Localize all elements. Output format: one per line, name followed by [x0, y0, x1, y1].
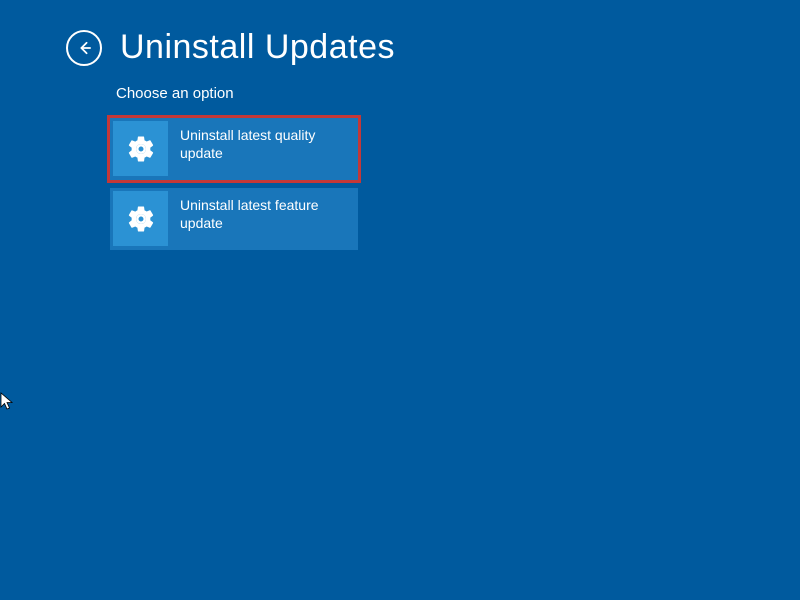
option-label: Uninstall latest feature update — [168, 188, 358, 232]
subtitle: Choose an option — [116, 85, 800, 102]
tile-icon-box — [113, 191, 168, 246]
gear-icon — [126, 204, 156, 234]
header: Uninstall Updates — [0, 0, 800, 67]
option-uninstall-feature-update[interactable]: Uninstall latest feature update — [110, 188, 358, 250]
tile-icon-box — [113, 121, 168, 176]
option-uninstall-quality-update[interactable]: Uninstall latest quality update — [110, 118, 358, 180]
back-arrow-icon — [77, 41, 91, 55]
options-list: Uninstall latest quality update Uninstal… — [110, 118, 800, 250]
option-label: Uninstall latest quality update — [168, 118, 358, 162]
gear-icon — [126, 134, 156, 164]
cursor-icon — [0, 392, 16, 412]
back-button[interactable] — [66, 30, 102, 66]
page-title: Uninstall Updates — [120, 28, 395, 67]
